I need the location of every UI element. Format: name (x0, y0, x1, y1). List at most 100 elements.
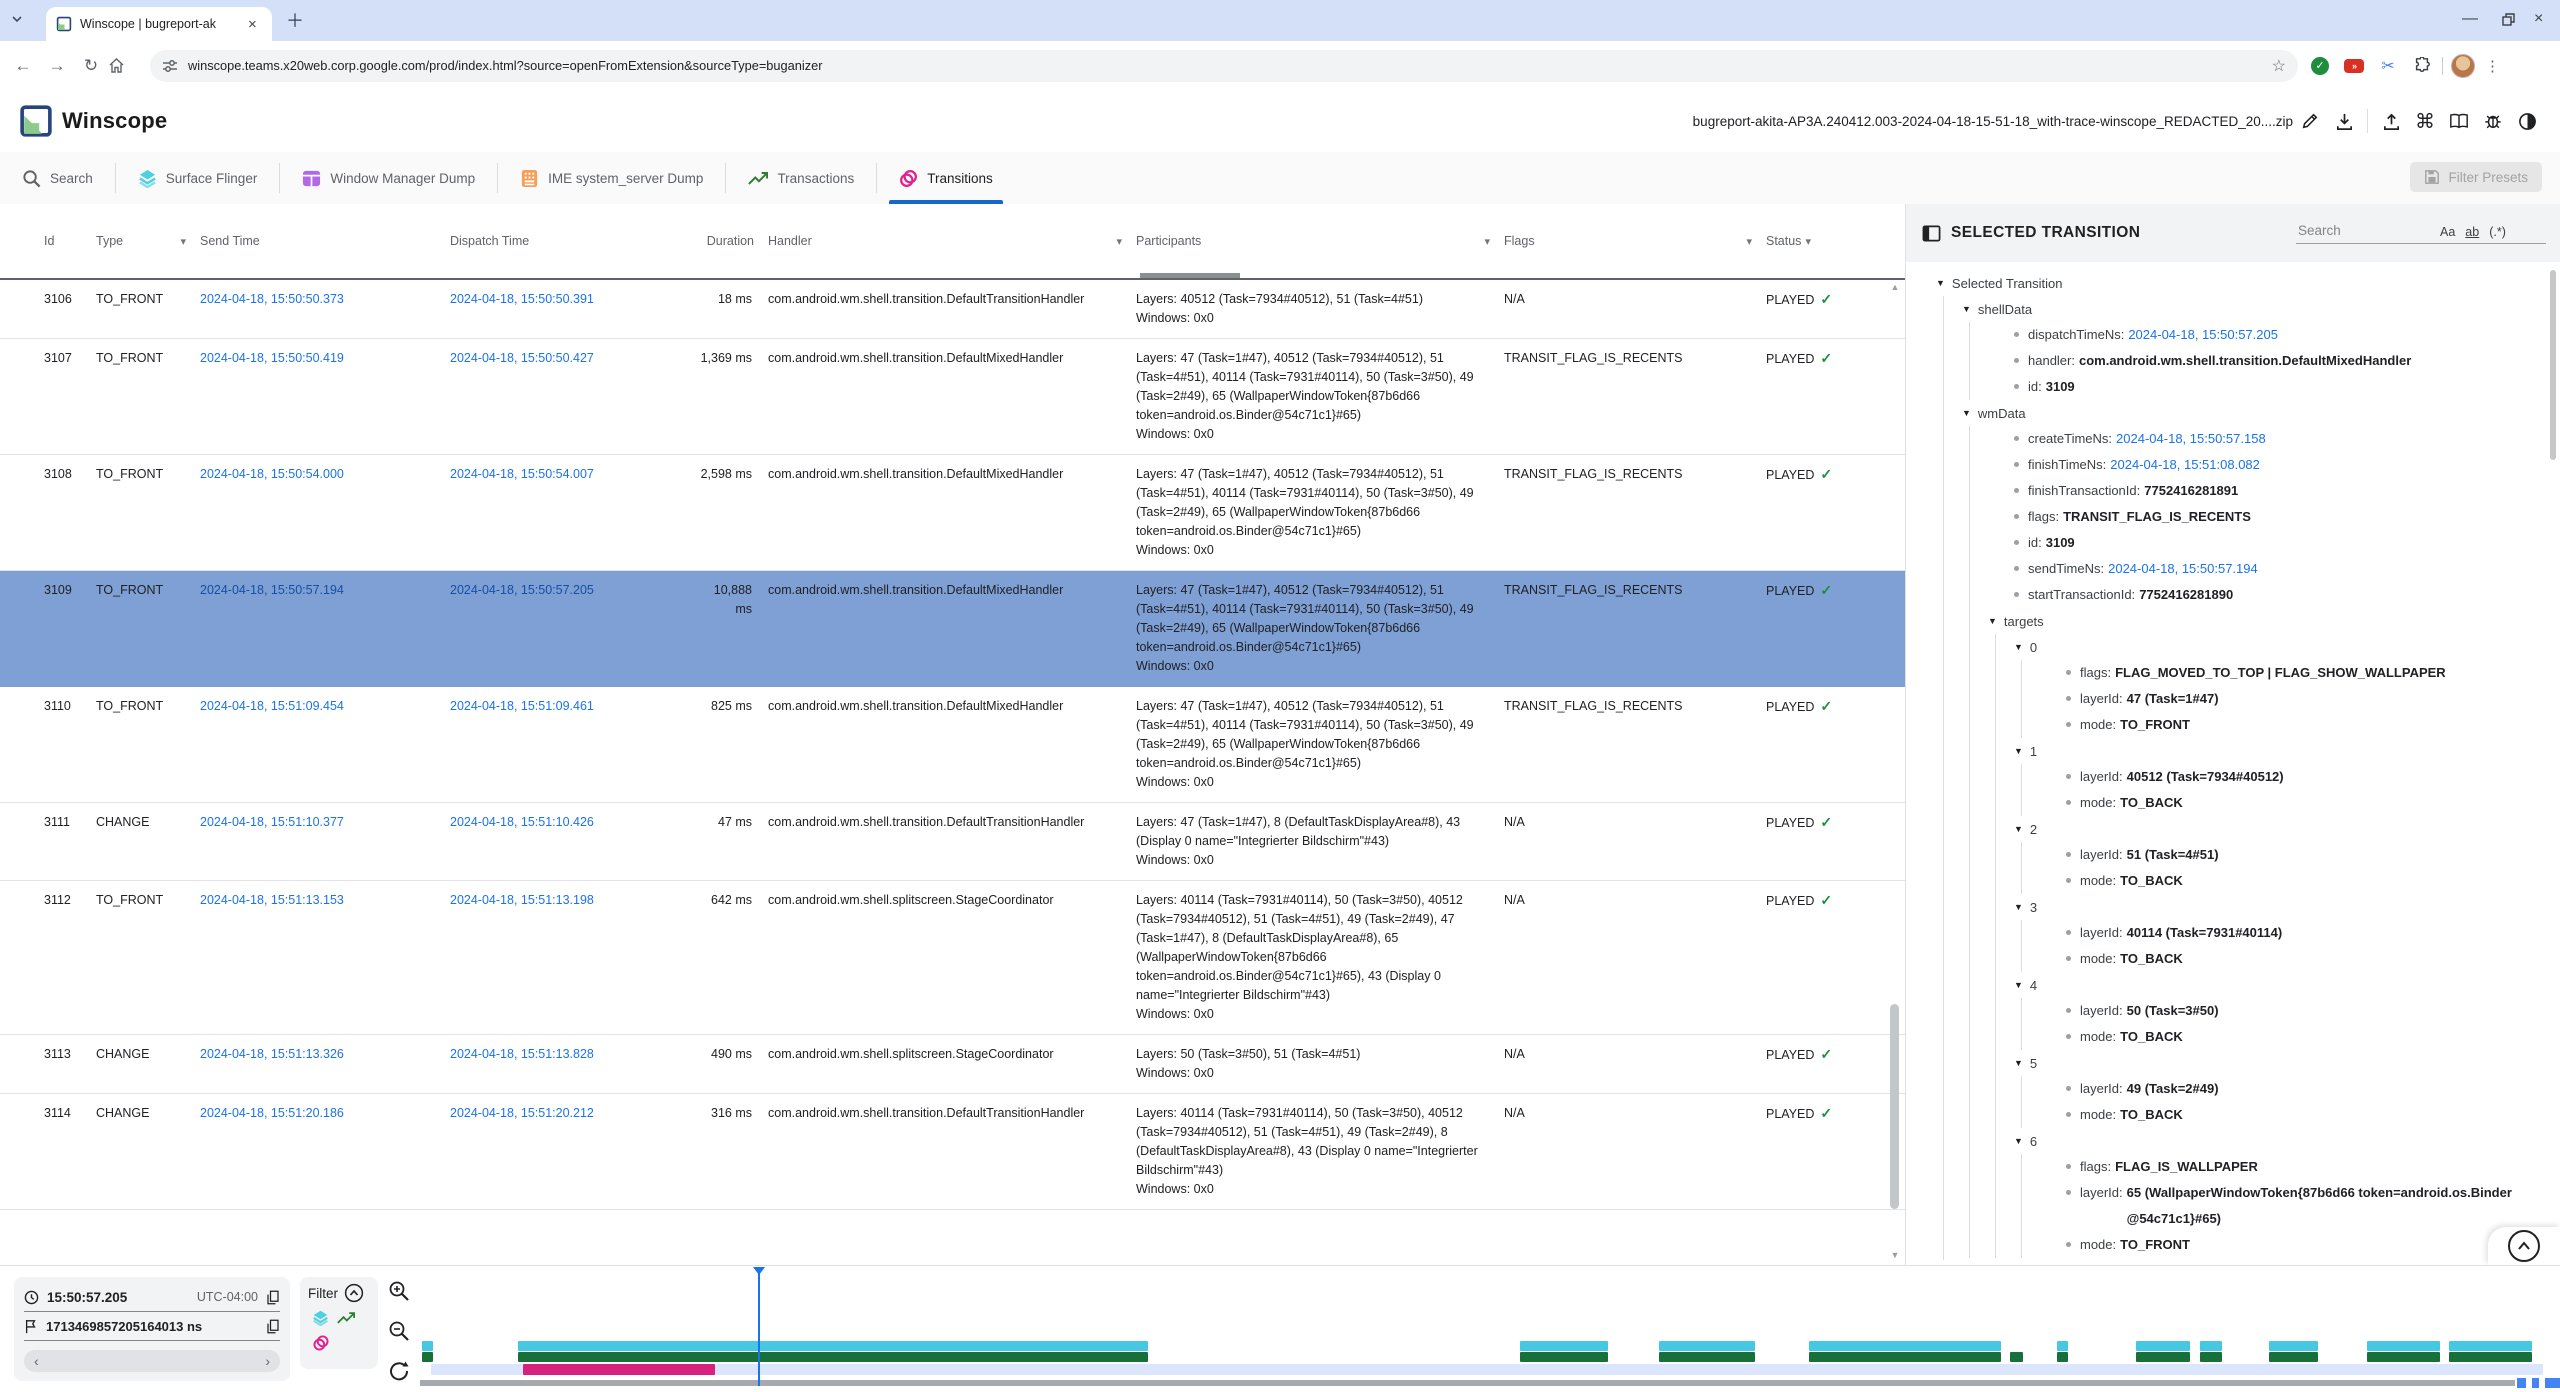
tree-node-label[interactable]: ▼6 (2014, 1128, 2560, 1154)
table-row-3109[interactable]: 3109TO_FRONT2024-04-18, 15:50:57.1942024… (0, 571, 1905, 687)
dispatch-time-link[interactable]: 2024-04-18, 15:51:20.212 (450, 1106, 594, 1120)
bookmark-star-icon[interactable]: ☆ (2272, 56, 2286, 76)
expand-arrow-icon[interactable]: ▼ (1936, 278, 1945, 288)
copy-ns-icon[interactable] (266, 1319, 280, 1334)
table-row-3111[interactable]: 3111CHANGE2024-04-18, 15:51:10.3772024-0… (0, 803, 1905, 881)
timeline-segment[interactable] (1520, 1352, 1608, 1362)
timeline-segment[interactable] (2010, 1352, 2023, 1362)
zoom-out-icon[interactable] (388, 1320, 410, 1342)
timeline-segment[interactable] (2200, 1352, 2221, 1362)
expand-arrow-icon[interactable]: ▼ (1988, 616, 1997, 626)
timeline-segment[interactable] (1659, 1341, 1755, 1351)
tree-node-label[interactable]: ▼5 (2014, 1050, 2560, 1076)
match-word-toggle[interactable]: ab (2465, 225, 2479, 239)
timeline-segment[interactable] (2057, 1352, 2068, 1362)
copy-time-icon[interactable] (266, 1290, 280, 1305)
filter-caret-icon[interactable]: ▾ (1116, 235, 1122, 248)
timeline-segment[interactable] (2057, 1341, 2068, 1351)
browser-menu-icon[interactable]: ⋮ (2485, 57, 2500, 75)
minimap-track[interactable] (420, 1380, 2515, 1386)
cursor-ns[interactable]: 1713469857205164013 ns (46, 1319, 202, 1334)
tree-node-label[interactable]: ▼4 (2014, 972, 2560, 998)
extensions-puzzle-icon[interactable] (2410, 54, 2434, 78)
dispatch-time-link[interactable]: 2024-04-18, 15:51:13.198 (450, 893, 594, 907)
dispatch-time-link[interactable]: 2024-04-18, 15:50:50.391 (450, 292, 594, 306)
url-text[interactable]: winscope.teams.x20web.corp.google.com/pr… (188, 58, 2262, 73)
extension-scissors-icon[interactable]: ✂ (2376, 54, 2400, 78)
expand-arrow-icon[interactable]: ▼ (2014, 1058, 2023, 1068)
timeline-segment[interactable] (518, 1341, 1147, 1351)
tab-window-manager-dump[interactable]: Window Manager Dump (280, 152, 497, 204)
tree-node-label[interactable]: ▼targets (1988, 608, 2560, 634)
timeline-segment[interactable] (2449, 1341, 2532, 1351)
expand-arrow-icon[interactable]: ▼ (2014, 824, 2023, 834)
dispatch-time-link[interactable]: 2024-04-18, 15:51:09.461 (450, 699, 594, 713)
tab-close-icon[interactable]: × (248, 16, 257, 33)
table-row-3114[interactable]: 3114CHANGE2024-04-18, 15:51:20.1862024-0… (0, 1094, 1905, 1210)
expand-arrow-icon[interactable]: ▼ (2014, 642, 2023, 652)
column-header-send-time[interactable]: Send Time (200, 234, 450, 248)
table-row-3112[interactable]: 3112TO_FRONT2024-04-18, 15:51:13.1532024… (0, 881, 1905, 1035)
column-header-participants[interactable]: Participants▾ (1136, 234, 1504, 248)
tree-node-label[interactable]: ▼Selected Transition (1936, 270, 2560, 296)
zoom-reset-icon[interactable] (388, 1360, 410, 1382)
column-header-type[interactable]: Type▾ (96, 234, 200, 248)
column-header-id[interactable]: Id (44, 234, 96, 248)
site-settings-icon[interactable] (162, 58, 178, 74)
timeline-segment[interactable] (2136, 1341, 2190, 1351)
timeline-segment[interactable] (2269, 1352, 2318, 1362)
dispatch-time-link[interactable]: 2024-04-18, 15:50:57.205 (450, 583, 594, 597)
timeline-segment[interactable] (518, 1352, 1147, 1362)
home-icon[interactable] (108, 57, 142, 74)
timeline-segment[interactable] (1809, 1341, 2002, 1351)
expand-arrow-icon[interactable]: ▼ (2014, 902, 2023, 912)
match-case-toggle[interactable]: Aa (2440, 225, 2455, 239)
filter-presets-button[interactable]: Filter Presets (2410, 162, 2542, 192)
profile-avatar[interactable] (2451, 54, 2475, 78)
filter-caret-icon[interactable]: ▾ (1484, 235, 1490, 248)
surfaceflinger-filter-icon[interactable] (312, 1309, 329, 1326)
send-time-link[interactable]: 2024-04-18, 15:51:13.326 (200, 1047, 344, 1061)
tree-node-label[interactable]: ▼shellData (1962, 296, 2560, 322)
table-row-3110[interactable]: 3110TO_FRONT2024-04-18, 15:51:09.4542024… (0, 687, 1905, 803)
extension-red-icon[interactable]: » (2342, 54, 2366, 78)
send-time-link[interactable]: 2024-04-18, 15:51:20.186 (200, 1106, 344, 1120)
send-time-link[interactable]: 2024-04-18, 15:50:50.419 (200, 351, 344, 365)
forward-icon[interactable]: → (40, 56, 74, 76)
reload-icon[interactable]: ↻ (74, 56, 108, 76)
scroll-top-button[interactable] (2508, 1230, 2540, 1262)
transitions-filter-icon[interactable] (312, 1334, 330, 1352)
send-time-link[interactable]: 2024-04-18, 15:50:57.194 (200, 583, 344, 597)
timeline-segment[interactable] (2367, 1341, 2440, 1351)
dispatch-time-link[interactable]: 2024-04-18, 15:51:13.828 (450, 1047, 594, 1061)
column-header-dispatch-time[interactable]: Dispatch Time (450, 234, 700, 248)
tab-surface-flinger[interactable]: Surface Flinger (116, 152, 280, 204)
filter-collapse-icon[interactable] (344, 1283, 364, 1303)
filter-caret-icon[interactable]: ▾ (1746, 235, 1752, 248)
scrollbar-up-arrow[interactable]: ▲ (1889, 282, 1901, 292)
timeline-segment[interactable] (1659, 1352, 1755, 1362)
property-value[interactable]: 2024-04-18, 15:50:57.194 (2104, 556, 2258, 582)
window-restore-button[interactable] (2502, 13, 2515, 26)
documentation-book-icon[interactable] (2442, 112, 2476, 130)
timeline-segment[interactable] (2449, 1352, 2532, 1362)
table-row-3108[interactable]: 3108TO_FRONT2024-04-18, 15:50:54.0002024… (0, 455, 1905, 571)
new-tab-button[interactable]: ＋ (286, 11, 304, 31)
minimap-mark[interactable] (2517, 1378, 2526, 1388)
regex-toggle[interactable]: (.*) (2489, 225, 2506, 239)
minimap-mark[interactable] (2545, 1378, 2560, 1388)
tab-ime-system-server-dump[interactable]: IME system_server Dump (498, 152, 725, 204)
horizontal-scrollbar-thumb[interactable] (1140, 273, 1240, 278)
table-row-3107[interactable]: 3107TO_FRONT2024-04-18, 15:50:50.4192024… (0, 339, 1905, 455)
timeline-segment[interactable] (422, 1352, 433, 1362)
tab-transactions[interactable]: Transactions (726, 152, 876, 204)
dark-mode-toggle-icon[interactable] (2510, 112, 2544, 131)
property-value[interactable]: 2024-04-18, 15:50:57.158 (2112, 426, 2266, 452)
timeline-segment[interactable] (523, 1364, 716, 1375)
scrollbar-down-arrow[interactable]: ▼ (1889, 1250, 1901, 1260)
timeline-segment[interactable] (2200, 1341, 2221, 1351)
timeline-range-slider[interactable]: ‹ › (24, 1350, 280, 1372)
tab-search[interactable]: Search (0, 152, 115, 204)
slider-right-arrow[interactable]: › (265, 1353, 270, 1369)
property-value[interactable]: 2024-04-18, 15:50:57.205 (2124, 322, 2278, 348)
